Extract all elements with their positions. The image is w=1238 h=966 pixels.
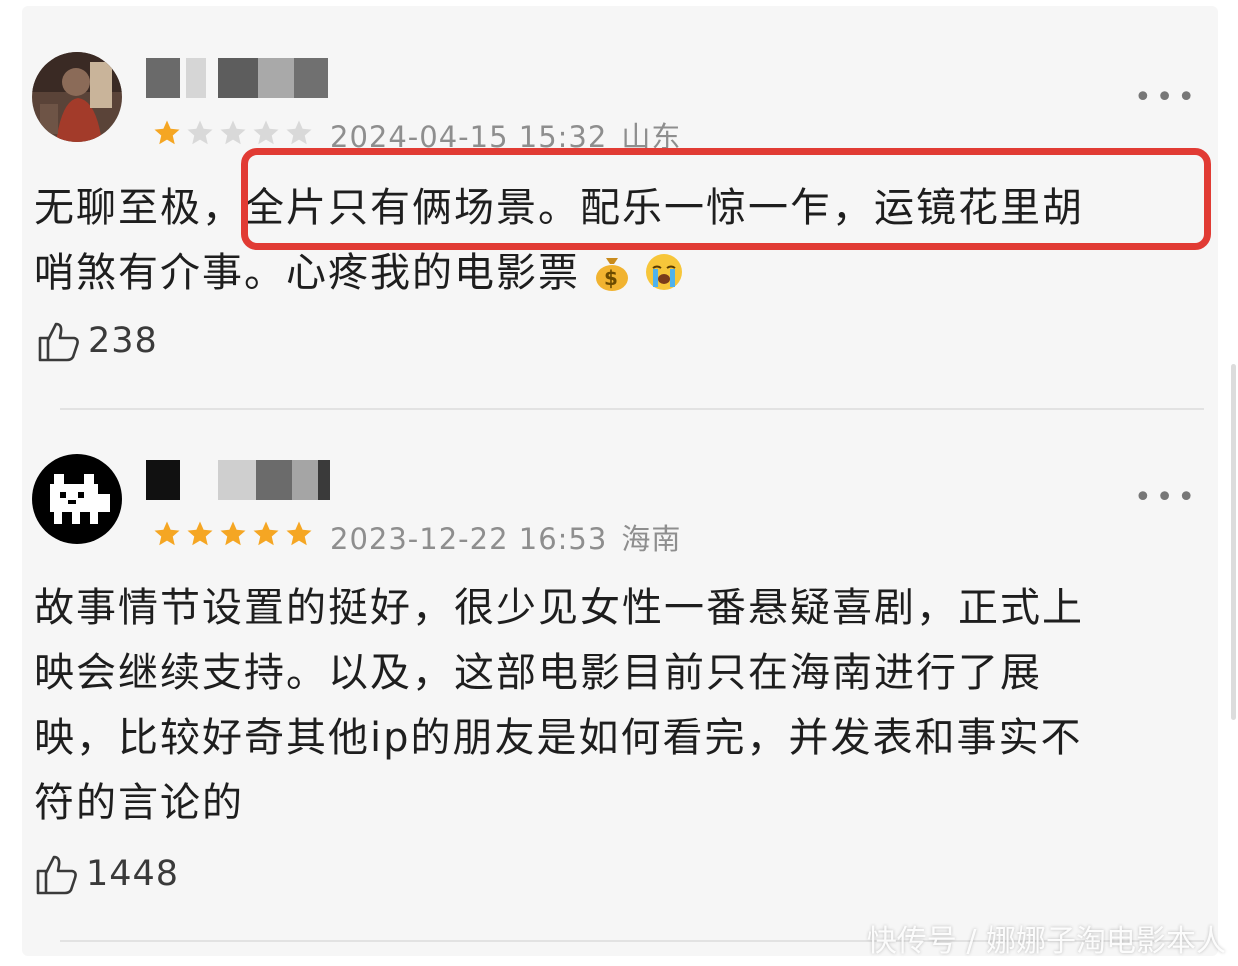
star-icon — [154, 120, 180, 145]
review-location: 海南 — [621, 522, 682, 556]
star-icon — [253, 120, 279, 145]
star-rating — [152, 118, 314, 148]
thumbs-up-icon — [36, 855, 77, 895]
review-date: 2023-12-22 16:53 — [330, 522, 608, 556]
svg-text:$: $ — [604, 266, 620, 290]
thumbs-up-icon — [38, 322, 79, 362]
more-icon[interactable]: ••• — [1134, 483, 1199, 513]
review-text-line: 故事情节设置的挺好，很少见女性一番悬疑喜剧，正式上 — [34, 585, 1084, 631]
star-icon — [220, 521, 246, 546]
avatar[interactable] — [32, 52, 122, 142]
review-text: 故事情节设置的挺好，很少见女性一番悬疑喜剧，正式上 映会继续支持。以及，这部电影… — [34, 576, 1084, 836]
crying-face-emoji — [646, 254, 682, 290]
review-meta: 2023-12-22 16:53 海南 — [330, 516, 681, 558]
review-text-line: 映，比较好奇其他ip的朋友是如何看完，并发表和事实不 — [34, 715, 1083, 761]
star-icon — [220, 120, 246, 145]
money-bag-emoji: $ — [596, 258, 628, 291]
scrollbar[interactable] — [1231, 364, 1236, 720]
divider — [60, 408, 1204, 410]
star-icon — [187, 120, 213, 145]
avatar[interactable] — [32, 454, 122, 544]
review-text-line: 映会继续支持。以及，这部电影目前只在海南进行了展 — [34, 650, 1042, 696]
watermark: 快传号 / 娜娜子淘电影本人 — [866, 924, 1226, 959]
username-redacted[interactable] — [146, 58, 336, 98]
highlight-box — [241, 148, 1211, 250]
star-rating — [152, 519, 314, 549]
star-icon — [286, 120, 312, 145]
star-icon — [187, 521, 213, 546]
more-icon[interactable]: ••• — [1134, 83, 1199, 113]
username-redacted[interactable] — [146, 460, 336, 500]
comment-list-panel: 2024-04-15 15:32 山东 ••• 无聊至极，全片只有俩场景。配乐一惊… — [22, 6, 1236, 956]
review-text-line: 符的言论的 — [34, 780, 244, 826]
like-button[interactable]: 1448 — [34, 851, 179, 897]
star-icon — [253, 521, 279, 546]
like-count: 1448 — [86, 854, 180, 894]
review-text-line: 哨煞有介事。心疼我的电影票 $ — [34, 241, 1084, 306]
like-count: 238 — [88, 321, 158, 361]
star-icon — [154, 521, 180, 546]
like-button[interactable]: 238 — [36, 318, 158, 364]
star-icon — [286, 521, 312, 546]
